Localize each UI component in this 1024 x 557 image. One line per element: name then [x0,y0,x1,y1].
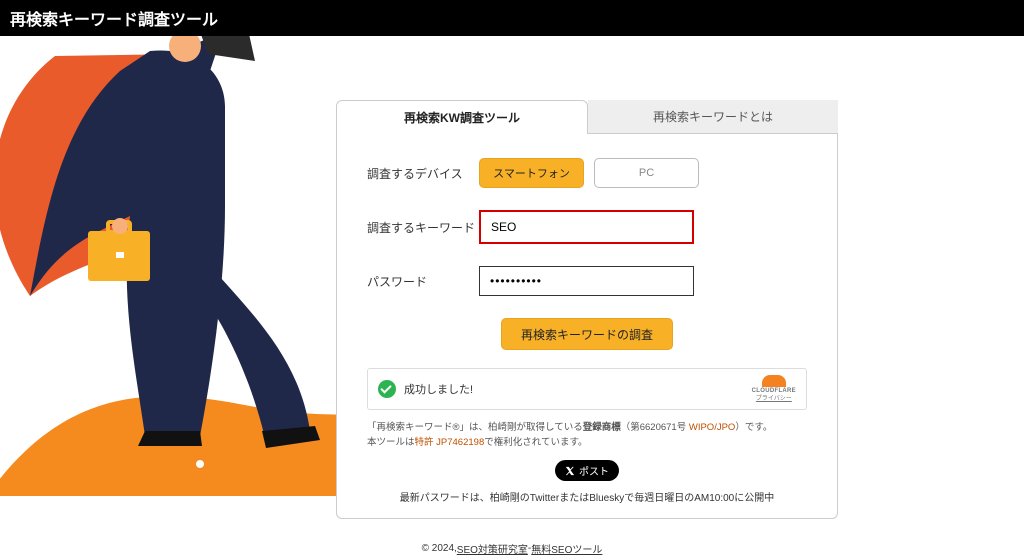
page-header: 再検索キーワード調査ツール [0,0,1024,36]
page-title: 再検索キーワード調査ツール [10,6,218,30]
footer-link-tools[interactable]: 無料SEOツール [531,541,602,556]
wipo-link[interactable]: WIPO/JPO [689,422,735,433]
tab-tool[interactable]: 再検索KW調査ツール [336,100,588,134]
password-label: パスワード [367,273,479,290]
keyword-input[interactable] [479,210,694,244]
captcha-status: 成功しました! [404,381,473,397]
password-notice: 最新パスワードは、柏崎剛のTwitterまたはBlueskyで毎週日曜日のAM1… [367,489,807,504]
device-row: 調査するデバイス スマートフォン PC [367,158,807,188]
tab-bar: 再検索KW調査ツール 再検索キーワードとは [336,100,838,134]
device-smartphone-button[interactable]: スマートフォン [479,158,584,188]
captcha-widget: 成功しました! CLOUDFLARE プライバシー [367,368,807,410]
cloudflare-logo: CLOUDFLARE プライバシー [752,375,796,402]
cloud-icon [762,375,786,387]
password-input[interactable] [479,266,694,296]
check-icon [378,380,396,398]
device-pc-button[interactable]: PC [594,158,699,188]
footer-link-lab[interactable]: SEO対策研究室 [457,541,528,556]
submit-button[interactable]: 再検索キーワードの調査 [501,318,673,350]
x-icon [565,466,575,476]
tab-about[interactable]: 再検索キーワードとは [588,100,838,134]
fineprint: 「再検索キーワード®」は、柏崎剛が取得している登録商標（第6620671号 WI… [367,420,807,450]
panel-body: 調査するデバイス スマートフォン PC 調査するキーワード パスワード 再検索キ… [336,134,838,519]
keyword-row: 調査するキーワード [367,210,807,244]
password-row: パスワード [367,266,807,296]
keyword-label: 調査するキーワード [367,219,479,236]
post-button[interactable]: ポスト [555,460,619,481]
share-row: ポスト [367,460,807,481]
device-label: 調査するデバイス [367,165,479,182]
page-footer: © 2024, SEO対策研究室 - 無料SEOツール [0,540,1024,557]
tool-panel: 再検索KW調査ツール 再検索キーワードとは 調査するデバイス スマートフォン P… [336,100,838,519]
patent-link[interactable]: 特許 JP7462198 [415,437,485,448]
